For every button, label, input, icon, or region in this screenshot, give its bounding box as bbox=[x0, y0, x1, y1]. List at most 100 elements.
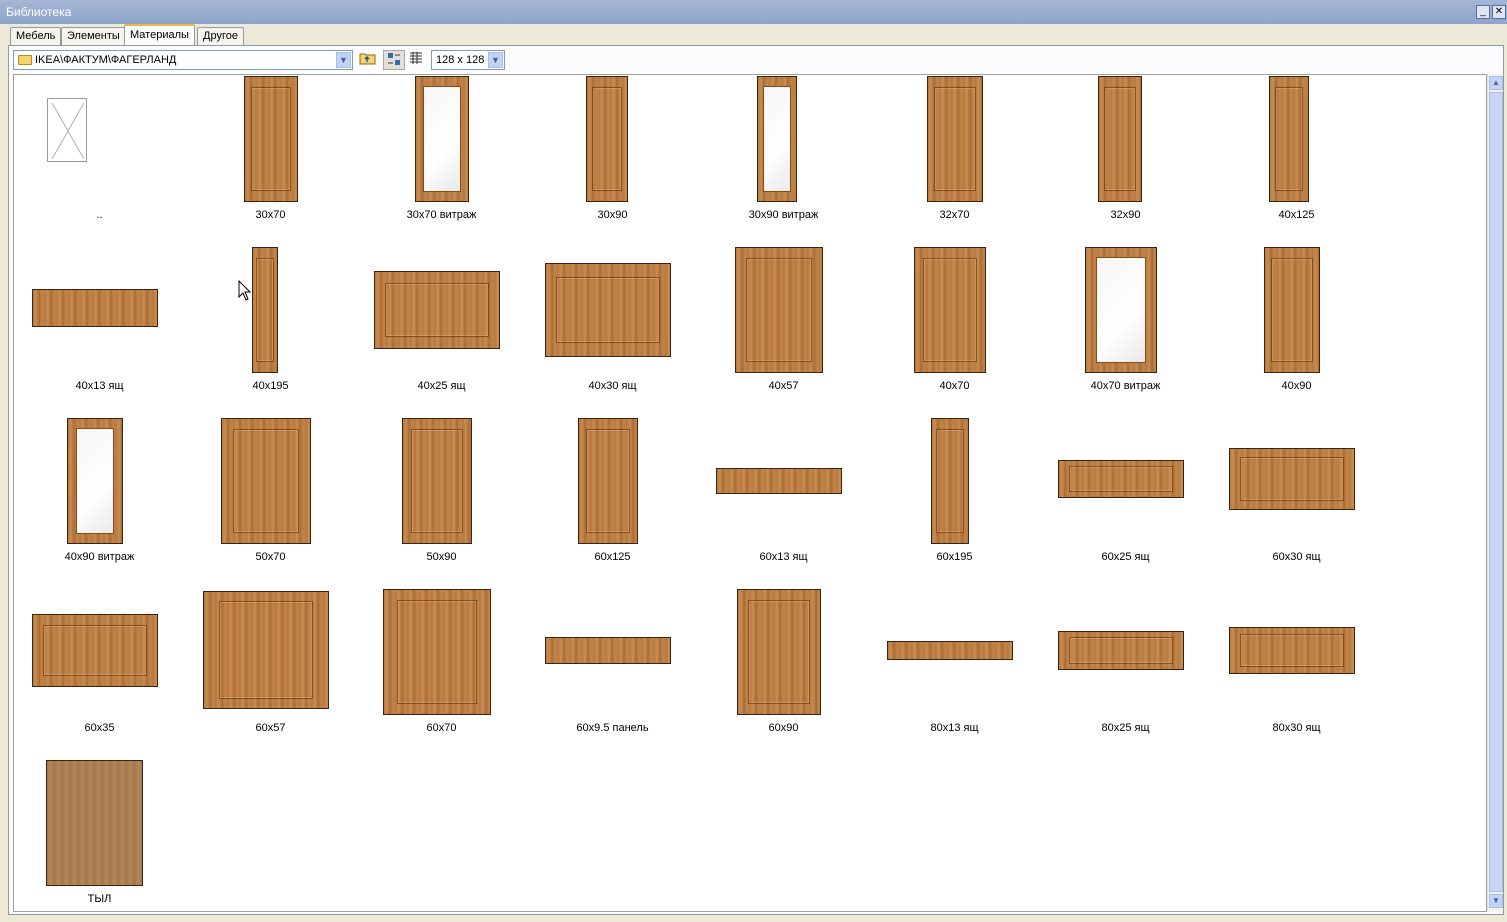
material-item[interactable]: 80x25 ящ bbox=[1040, 589, 1211, 760]
material-thumbnail bbox=[402, 418, 472, 544]
tab-other[interactable]: Другое bbox=[197, 27, 244, 45]
scroll-up-button[interactable]: ▲ bbox=[1489, 76, 1503, 90]
path-combobox[interactable]: IKEA\ФАКТУМ\ФАГЕРЛАНД ▼ bbox=[13, 50, 353, 70]
material-label: 40x25 ящ bbox=[417, 380, 466, 392]
material-item[interactable]: 40x13 ящ bbox=[14, 247, 185, 418]
vertical-scrollbar[interactable]: ▲ ▼ bbox=[1487, 74, 1503, 912]
material-label: 80x25 ящ bbox=[1101, 722, 1150, 734]
material-thumbnail bbox=[716, 468, 842, 494]
material-thumbnail bbox=[67, 418, 123, 544]
material-label: 30x70 bbox=[255, 209, 286, 221]
material-item[interactable]: 60x30 ящ bbox=[1211, 418, 1382, 589]
material-label: 40x70 bbox=[939, 380, 970, 392]
material-label: 40x57 bbox=[768, 380, 799, 392]
window-title: Библиотека bbox=[6, 5, 72, 19]
materials-grid[interactable]: .. 30x70 30x70 витраж 30x90 30x90 витраж 32x7… bbox=[13, 74, 1487, 912]
material-item[interactable]: 40x195 bbox=[185, 247, 356, 418]
material-thumbnail bbox=[927, 76, 983, 202]
material-thumbnail bbox=[203, 591, 329, 709]
material-thumbnail bbox=[415, 76, 469, 202]
material-thumbnail bbox=[1058, 631, 1184, 670]
library-window: Библиотека _ ✕ Мебель Элементы Материалы… bbox=[0, 0, 1507, 922]
tab-elements[interactable]: Элементы bbox=[61, 27, 126, 45]
material-item[interactable]: 60x13 ящ bbox=[698, 418, 869, 589]
material-thumbnail bbox=[244, 76, 298, 202]
material-thumbnail bbox=[735, 247, 823, 373]
material-thumbnail bbox=[383, 589, 491, 715]
material-item[interactable]: 60x90 bbox=[698, 589, 869, 760]
thumbnail-size-value: 128 x 128 bbox=[436, 54, 485, 66]
material-label: 60x30 ящ bbox=[1272, 551, 1321, 563]
material-item[interactable]: 40x30 ящ bbox=[527, 247, 698, 418]
material-item[interactable]: 40x125 bbox=[1211, 76, 1382, 247]
material-item[interactable]: 40x70 bbox=[869, 247, 1040, 418]
material-item[interactable]: 30x70 витраж bbox=[356, 76, 527, 247]
material-item[interactable]: 40x57 bbox=[698, 247, 869, 418]
tab-materials[interactable]: Материалы bbox=[124, 24, 195, 46]
material-label: 30x70 витраж bbox=[406, 209, 477, 221]
materials-panel: IKEA\ФАКТУМ\ФАГЕРЛАНД ▼ 128 x 128 ▼ .. 30… bbox=[8, 45, 1504, 915]
material-item[interactable]: 32x70 bbox=[869, 76, 1040, 247]
material-item[interactable]: 50x90 bbox=[356, 418, 527, 589]
material-label: 40x13 ящ bbox=[75, 380, 124, 392]
material-label: .. bbox=[96, 209, 103, 221]
material-item[interactable]: 60x125 bbox=[527, 418, 698, 589]
material-thumbnail bbox=[578, 418, 638, 544]
material-thumbnail bbox=[545, 637, 671, 664]
chevron-down-icon[interactable]: ▼ bbox=[336, 52, 351, 68]
material-thumbnail bbox=[931, 418, 969, 544]
material-item[interactable]: 60x57 bbox=[185, 589, 356, 760]
scroll-thumb[interactable] bbox=[1489, 92, 1503, 892]
material-item[interactable]: 60x25 ящ bbox=[1040, 418, 1211, 589]
material-item[interactable]: 60x70 bbox=[356, 589, 527, 760]
title-bar[interactable]: Библиотека _ ✕ bbox=[0, 0, 1507, 24]
material-item[interactable]: .. bbox=[14, 76, 185, 247]
material-thumbnail bbox=[32, 614, 158, 687]
minimize-button[interactable]: _ bbox=[1476, 5, 1490, 19]
path-value: IKEA\ФАКТУМ\ФАГЕРЛАНД bbox=[35, 54, 177, 66]
material-item[interactable]: 50x70 bbox=[185, 418, 356, 589]
details-view-icon[interactable] bbox=[405, 50, 427, 70]
material-thumbnail bbox=[586, 76, 628, 202]
material-label: 40x90 bbox=[1281, 380, 1312, 392]
material-label: 40x30 ящ bbox=[588, 380, 637, 392]
material-item[interactable]: 80x13 ящ bbox=[869, 589, 1040, 760]
material-label: 80x30 ящ bbox=[1272, 722, 1321, 734]
material-item[interactable]: 40x90 bbox=[1211, 247, 1382, 418]
material-thumbnail bbox=[1269, 76, 1309, 202]
material-thumbnail bbox=[221, 418, 311, 544]
material-item[interactable]: 30x90 витраж bbox=[698, 76, 869, 247]
material-item[interactable]: 32x90 bbox=[1040, 76, 1211, 247]
folder-icon bbox=[18, 55, 32, 65]
material-thumbnail bbox=[1098, 76, 1142, 202]
scroll-down-button[interactable]: ▼ bbox=[1489, 894, 1503, 908]
material-item[interactable]: 40x25 ящ bbox=[356, 247, 527, 418]
material-label: 40x70 витраж bbox=[1090, 380, 1161, 392]
material-label: 60x90 bbox=[768, 722, 799, 734]
material-item[interactable]: 60x195 bbox=[869, 418, 1040, 589]
material-label: 60x25 ящ bbox=[1101, 551, 1150, 563]
material-label: 30x90 витраж bbox=[748, 209, 819, 221]
close-button[interactable]: ✕ bbox=[1492, 5, 1506, 19]
material-item[interactable]: ТЫЛ bbox=[14, 760, 185, 911]
material-item[interactable]: 40x70 витраж bbox=[1040, 247, 1211, 418]
material-item[interactable]: 60x35 bbox=[14, 589, 185, 760]
thumbnail-size-select[interactable]: 128 x 128 ▼ bbox=[431, 50, 505, 70]
material-item[interactable]: 80x30 ящ bbox=[1211, 589, 1382, 760]
material-thumbnail bbox=[887, 641, 1013, 660]
material-label: 40x125 bbox=[1278, 209, 1315, 221]
material-item[interactable]: 30x70 bbox=[185, 76, 356, 247]
material-item[interactable]: 40x90 витраж bbox=[14, 418, 185, 589]
material-thumbnail bbox=[46, 760, 143, 886]
folder-up-icon[interactable] bbox=[357, 50, 379, 70]
material-item[interactable]: 30x90 bbox=[527, 76, 698, 247]
material-label: 50x70 bbox=[255, 551, 286, 563]
large-icons-view-icon[interactable] bbox=[383, 50, 405, 70]
material-thumbnail bbox=[1085, 247, 1157, 373]
parent-folder-icon bbox=[47, 98, 87, 162]
material-label: 32x70 bbox=[939, 209, 970, 221]
material-label: 80x13 ящ bbox=[930, 722, 979, 734]
material-item[interactable]: 60x9.5 панель bbox=[527, 589, 698, 760]
tab-furniture[interactable]: Мебель bbox=[10, 27, 62, 45]
chevron-down-icon[interactable]: ▼ bbox=[488, 52, 503, 68]
